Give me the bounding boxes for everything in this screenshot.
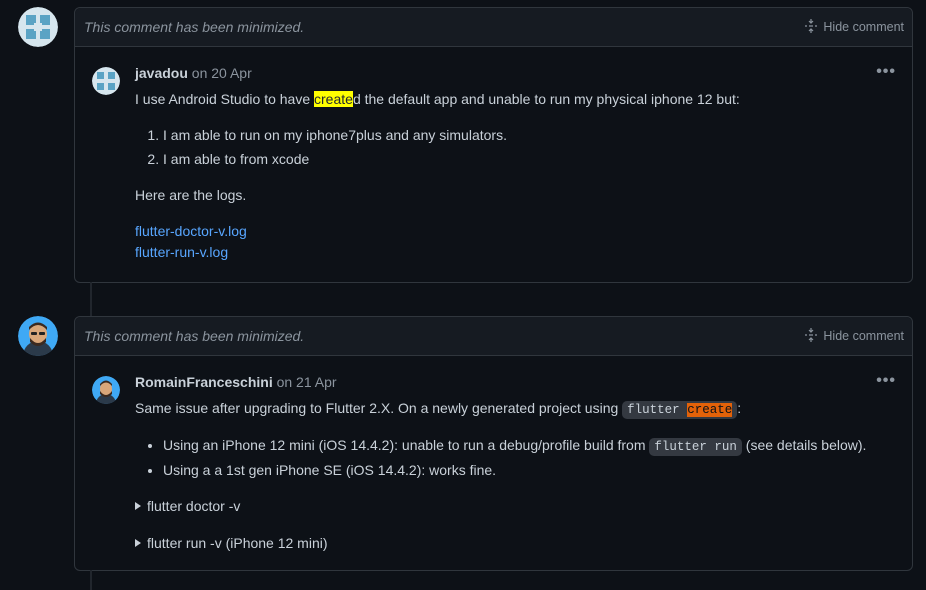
logs-text: Here are the logs. bbox=[135, 187, 247, 203]
list-item: I am able to from xcode bbox=[163, 149, 896, 170]
comment-date[interactable]: on 20 Apr bbox=[192, 65, 252, 81]
comment-meta: javadou on 20 Apr bbox=[135, 63, 896, 89]
inline-code: flutter run bbox=[649, 437, 742, 456]
search-highlight: create bbox=[314, 91, 353, 107]
issue-timeline: This comment has been minimized. Hide co… bbox=[0, 0, 926, 590]
hide-comment-label: Hide comment bbox=[823, 329, 904, 343]
timeline-connector bbox=[90, 282, 92, 316]
hide-comment-label: Hide comment bbox=[823, 20, 904, 34]
unfold-icon bbox=[804, 18, 818, 36]
ordered-list: I am able to run on my iphone7plus and a… bbox=[135, 125, 896, 170]
hide-comment-button[interactable]: Hide comment bbox=[804, 18, 904, 36]
details-summary: flutter doctor -v bbox=[147, 497, 241, 514]
details-summary: flutter run -v (iPhone 12 mini) bbox=[147, 534, 328, 551]
minimized-header: This comment has been minimized. Hide co… bbox=[75, 317, 912, 356]
bullet-list: Using an iPhone 12 mini (iOS 14.4.2): un… bbox=[135, 435, 896, 481]
code-text: flutter bbox=[627, 403, 688, 417]
author-link[interactable]: javadou bbox=[135, 65, 188, 81]
list-item-text: Using an iPhone 12 mini (iOS 14.4.2): un… bbox=[163, 436, 650, 453]
details-flutter-run[interactable]: flutter run -v (iPhone 12 mini) bbox=[135, 533, 896, 554]
author-avatar-large[interactable] bbox=[18, 7, 58, 47]
comment-content: javadou on 20 Apr I use Android Studio t… bbox=[135, 63, 896, 263]
comment-card: This comment has been minimized. Hide co… bbox=[74, 316, 913, 571]
list-item-text: (see details below). bbox=[741, 436, 867, 453]
minimized-notice: This comment has been minimized. bbox=[84, 19, 305, 35]
paragraph-text: d the default app and unable to run my p… bbox=[352, 91, 740, 107]
timeline-connector bbox=[90, 570, 92, 590]
minimized-header: This comment has been minimized. Hide co… bbox=[75, 8, 912, 47]
paragraph-text: I use Android Studio to have bbox=[135, 91, 315, 107]
author-avatar-large[interactable] bbox=[18, 316, 58, 356]
minimized-notice: This comment has been minimized. bbox=[84, 328, 305, 344]
caret-right-icon bbox=[135, 502, 141, 510]
comment-card: This comment has been minimized. Hide co… bbox=[74, 7, 913, 283]
list-item: I am able to run on my iphone7plus and a… bbox=[163, 125, 896, 146]
comment-meta: RomainFranceschini on 21 Apr bbox=[135, 372, 896, 398]
author-avatar-small[interactable] bbox=[92, 67, 120, 95]
paragraph-text: Same issue after upgrading to Flutter 2.… bbox=[135, 400, 623, 416]
flutter-doctor-log-link[interactable]: flutter-doctor-v.log bbox=[135, 221, 896, 242]
flutter-run-log-link[interactable]: flutter-run-v.log bbox=[135, 242, 896, 263]
details-flutter-doctor[interactable]: flutter doctor -v bbox=[135, 496, 896, 517]
search-highlight: create bbox=[687, 403, 733, 417]
inline-code: flutter create bbox=[622, 401, 738, 419]
comment-content: RomainFranceschini on 21 Apr Same issue … bbox=[135, 372, 896, 554]
comment-date[interactable]: on 21 Apr bbox=[277, 374, 337, 390]
list-item: Using an iPhone 12 mini (iOS 14.4.2): un… bbox=[163, 435, 896, 457]
unfold-icon bbox=[804, 327, 818, 345]
paragraph-text: : bbox=[737, 400, 742, 416]
comment-paragraph: I use Android Studio to have created the… bbox=[135, 89, 896, 110]
hide-comment-button[interactable]: Hide comment bbox=[804, 327, 904, 345]
list-item: Using a a 1st gen iPhone SE (iOS 14.4.2)… bbox=[163, 460, 896, 481]
author-avatar-small[interactable] bbox=[92, 376, 120, 404]
author-link[interactable]: RomainFranceschini bbox=[135, 374, 273, 390]
attachment-links: flutter-doctor-v.log flutter-run-v.log bbox=[135, 221, 896, 263]
caret-right-icon bbox=[135, 539, 141, 547]
comment-paragraph: Same issue after upgrading to Flutter 2.… bbox=[135, 398, 896, 420]
